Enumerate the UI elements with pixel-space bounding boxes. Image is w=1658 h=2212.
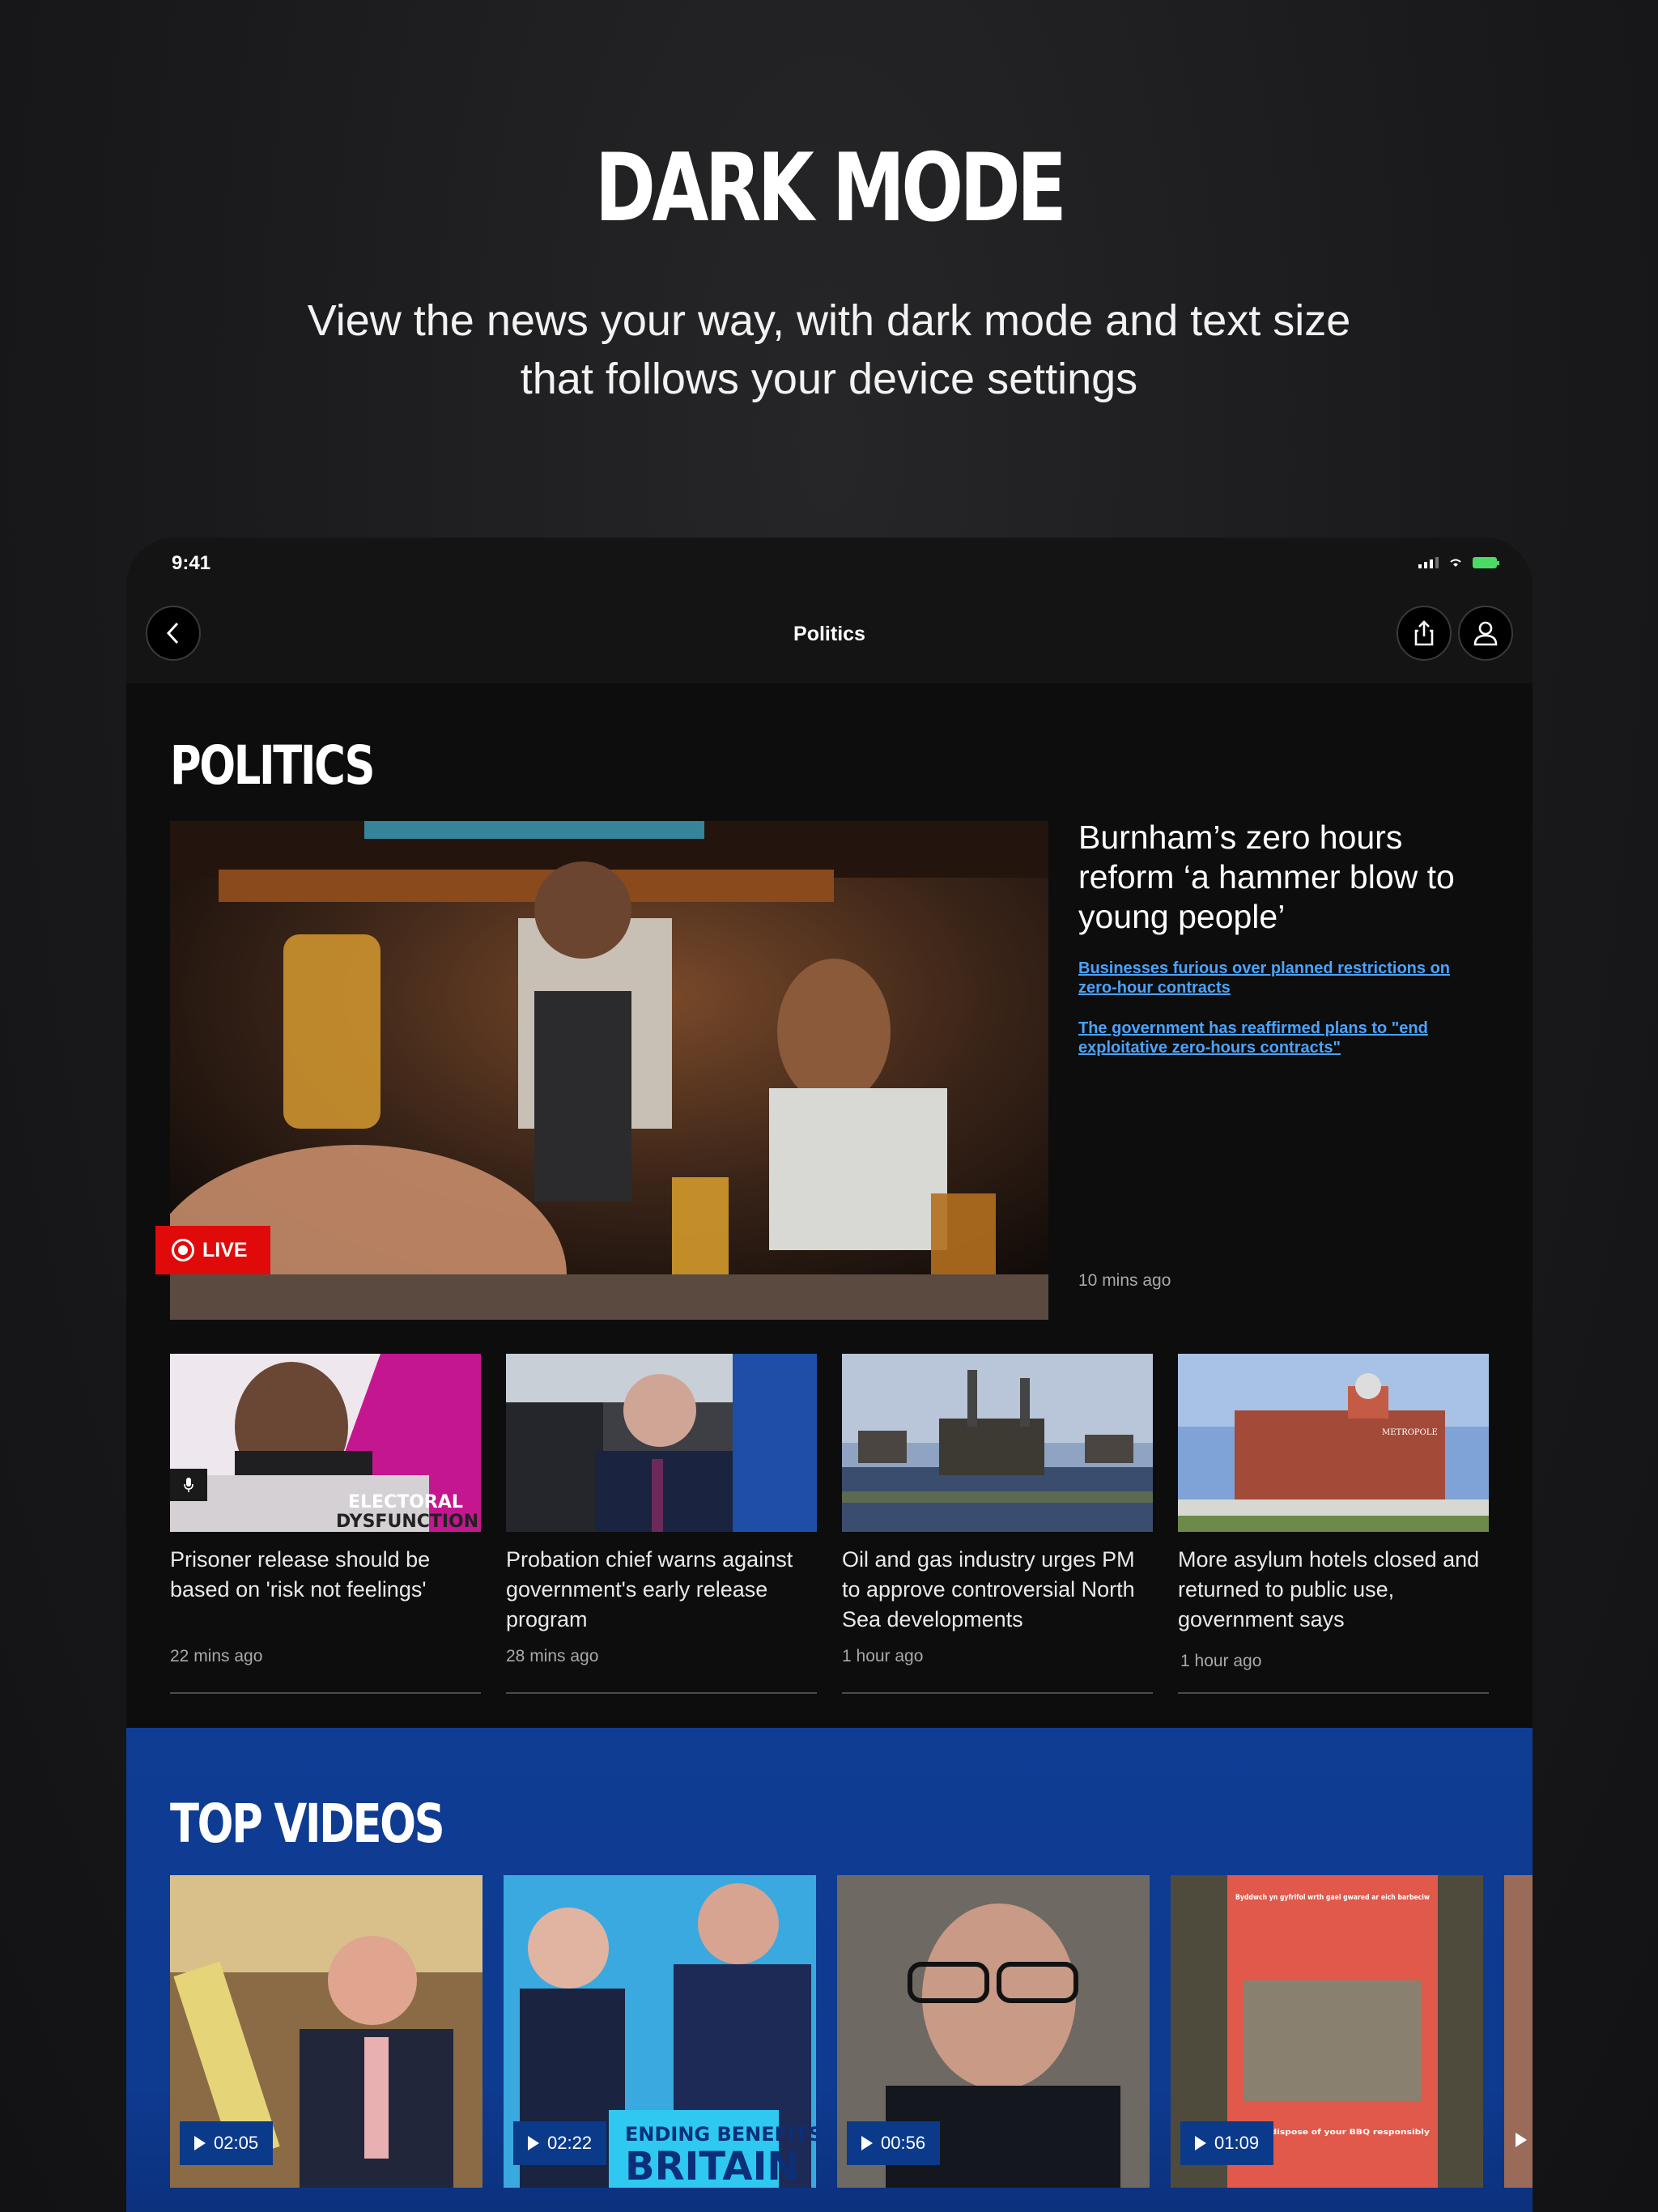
article-card[interactable]: Probation chief warns against government… (506, 1354, 817, 1635)
nav-bar: Politics (126, 586, 1533, 683)
wifi-icon (1450, 559, 1461, 567)
bar-scene-image (170, 821, 1048, 1320)
article-card[interactable]: METROPOLE More asylum hotels closed and … (1178, 1354, 1489, 1635)
article-card[interactable]: ELECTORAL DYSFUNCTION Prisoner release s… (170, 1354, 481, 1605)
welsh-sign-text: Byddwch yn gyfrifol wrth gael gwared ar … (1235, 1894, 1430, 1902)
duration-badge: 01:09 (1180, 2121, 1274, 2165)
live-icon (172, 1239, 194, 1261)
article-image (842, 1354, 1153, 1532)
article-title: Oil and gas industry urges PM to approve… (842, 1547, 1135, 1631)
person-icon (1473, 621, 1498, 646)
duration-badge: 00:56 (847, 2121, 941, 2165)
live-badge: LIVE (155, 1226, 270, 1274)
article-timestamp: 28 mins ago (506, 1647, 599, 1665)
article-timestamp: 22 mins ago (170, 1647, 263, 1665)
play-icon (528, 2136, 539, 2150)
article-card[interactable]: Oil and gas industry urges PM to approve… (842, 1354, 1153, 1635)
profile-button[interactable] (1458, 606, 1513, 661)
top-videos-section: TOP VIDEOS 02:05 ENDING BENEFITS BRITAIN… (126, 1728, 1533, 2212)
section-title-politics: POLITICS (170, 734, 375, 797)
duration-badge: 02:22 (513, 2121, 607, 2165)
promo-subtitle: View the news your way, with dark mode a… (307, 296, 1351, 403)
share-icon (1414, 620, 1434, 646)
article-title: More asylum hotels closed and returned t… (1178, 1547, 1480, 1631)
audio-icon (170, 1469, 207, 1501)
article-image (506, 1354, 817, 1532)
metropole-text: METROPOLE (1382, 1428, 1438, 1437)
video-card-partial[interactable] (1504, 1875, 1533, 2188)
article-timestamp: 1 hour ago (1180, 1652, 1262, 1670)
play-icon (194, 2136, 206, 2150)
electoral-text: ELECTORAL (348, 1492, 463, 1512)
divider (506, 1692, 817, 1694)
status-icons (1418, 557, 1499, 568)
related-link[interactable]: Businesses furious over planned restrict… (1078, 959, 1483, 998)
battery-icon (1473, 557, 1499, 568)
video-card[interactable]: 00:56 (837, 1875, 1150, 2188)
promo-title: DARK MODE (594, 134, 1067, 243)
divider (842, 1692, 1153, 1694)
article-timestamp: 1 hour ago (842, 1647, 924, 1665)
video-duration: 01:09 (1214, 2133, 1260, 2153)
play-icon (1516, 2133, 1527, 2147)
divider (1178, 1692, 1489, 1694)
ending-benefits-text: ENDING BENEFITS (625, 2123, 816, 2146)
share-button[interactable] (1397, 606, 1452, 661)
article-title: Probation chief warns against government… (506, 1547, 793, 1631)
video-card[interactable]: Byddwch yn gyfrifol wrth gael gwared ar … (1171, 1875, 1483, 2188)
nav-title: Politics (793, 623, 865, 645)
play-icon (1195, 2136, 1206, 2150)
device-screen: 9:41 Politics POLITICS LIVE Burnham’s ze… (126, 538, 1533, 2212)
dysfunction-text: DYSFUNCTION (336, 1512, 478, 1532)
video-duration: 02:05 (214, 2133, 259, 2153)
video-duration: 02:22 (547, 2133, 593, 2153)
promo-page: DARK MODE View the news your way, with d… (0, 0, 1658, 2212)
status-time: 9:41 (172, 552, 211, 574)
play-icon (861, 2136, 873, 2150)
related-link[interactable]: The government has reaffirmed plans to "… (1078, 1019, 1483, 1057)
hero-headline[interactable]: Burnham’s zero hours reform ‘a hammer bl… (1078, 818, 1499, 937)
duration-badge: 02:05 (180, 2121, 274, 2165)
article-image: METROPOLE (1178, 1354, 1489, 1532)
divider (170, 1692, 481, 1694)
video-card[interactable]: 02:05 (170, 1875, 483, 2188)
video-card[interactable]: ENDING BENEFITS BRITAIN 02:22 (504, 1875, 816, 2188)
status-bar: 9:41 (126, 538, 1533, 586)
britain-text: BRITAIN (625, 2144, 800, 2188)
video-duration: 00:56 (881, 2133, 926, 2153)
article-title: Prisoner release should be based on 'ris… (170, 1547, 431, 1602)
signal-icon (1418, 557, 1439, 568)
live-label: LIVE (202, 1238, 248, 1261)
hero-image[interactable] (170, 821, 1048, 1320)
section-title-top-videos: TOP VIDEOS (170, 1793, 445, 1855)
article-image: ELECTORAL DYSFUNCTION (170, 1354, 481, 1532)
hero-timestamp: 10 mins ago (1078, 1271, 1171, 1290)
